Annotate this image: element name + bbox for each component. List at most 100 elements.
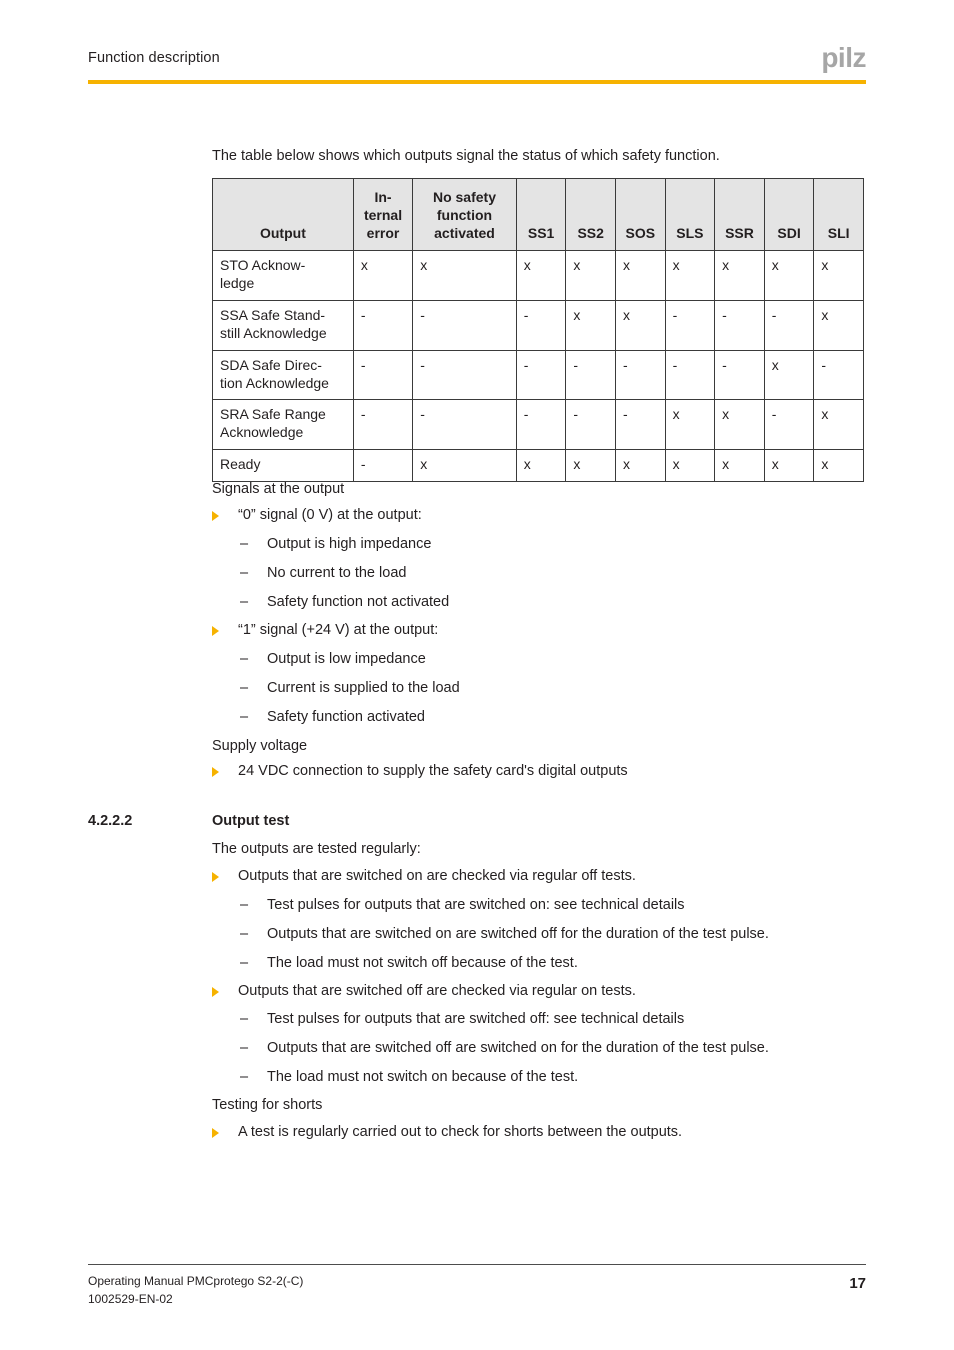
triangle-bullet-icon <box>212 626 219 636</box>
cell-value: x <box>813 299 864 351</box>
table-row: SDA Safe Direc- tion Acknowledge - - - -… <box>212 349 864 401</box>
list-item: – No current to the load <box>240 565 406 581</box>
row-label-ready: Ready <box>212 449 354 483</box>
cell-value: - <box>664 299 716 351</box>
column-header-ss1: SS1 <box>515 178 567 251</box>
cell-value: - <box>352 299 414 351</box>
testing-shorts-lead-text: Testing for shorts <box>212 1097 323 1113</box>
footer-rule-divider <box>88 1264 866 1265</box>
cell-value: - <box>565 349 616 401</box>
list-item-label: Output is high impedance <box>267 536 432 552</box>
list-item-label: “0” signal (0 V) at the output: <box>238 507 422 523</box>
row-label-line-2: tion Acknowledge <box>220 374 329 391</box>
column-header-sdi-label: SDI <box>777 225 801 242</box>
row-label-line-1: SSA Safe Stand- <box>220 306 326 323</box>
cell-value: x <box>813 449 864 483</box>
triangle-bullet-icon <box>212 872 219 882</box>
table-row: SRA Safe Range Acknowledge - - - - - x x… <box>212 399 864 451</box>
section-title: Output test <box>212 813 290 829</box>
cell-value: x <box>763 349 815 401</box>
row-label-line-2: ledge <box>220 274 255 291</box>
list-item-label: The load must not switch off because of … <box>267 955 578 971</box>
column-header-ss1-label: SS1 <box>527 225 555 242</box>
footer-manual-title: Operating Manual PMCprotego S2-2(-C) <box>88 1274 304 1288</box>
cell-value: - <box>714 299 765 351</box>
dash-bullet-icon: – <box>240 897 249 913</box>
column-header-sos: SOS <box>614 178 666 251</box>
dash-bullet-icon: – <box>240 565 249 581</box>
cell-value: x <box>565 299 616 351</box>
cell-value: - <box>614 349 666 401</box>
row-label-sto-acknowledge: STO Acknow- ledge <box>212 250 354 301</box>
cell-value: - <box>714 349 765 401</box>
intro-paragraph: The table below shows which outputs sign… <box>212 148 720 164</box>
column-header-internal-error: In- ternal error <box>352 178 414 251</box>
list-item-label: 24 VDC connection to supply the safety c… <box>238 763 628 779</box>
row-label-line-1: STO Acknow- <box>220 257 306 273</box>
triangle-bullet-icon <box>212 987 219 997</box>
cell-value: - <box>763 299 815 351</box>
column-header-no-safety-line-1: No safety <box>432 189 496 206</box>
cell-value: - <box>412 349 517 401</box>
cell-value: - <box>813 349 864 401</box>
column-header-ss2: SS2 <box>565 178 616 251</box>
section-number: 4.2.2.2 <box>88 813 133 829</box>
cell-value: x <box>813 399 864 451</box>
table-row: SSA Safe Stand- still Acknowledge - - - … <box>212 299 864 351</box>
column-header-ss2-label: SS2 <box>577 225 604 242</box>
column-header-no-safety-line-2: function <box>436 207 493 224</box>
cell-value: x <box>565 449 616 483</box>
table-row: Ready - x x x x x x x x <box>212 449 864 483</box>
cell-value: x <box>714 399 765 451</box>
column-header-internal-error-line-3: error <box>366 225 400 242</box>
list-item: – Test pulses for outputs that are switc… <box>240 897 685 913</box>
list-item-label: Outputs that are switched on are checked… <box>238 868 636 884</box>
column-header-output-line-1: Output <box>259 225 306 242</box>
cell-value: x <box>412 449 517 483</box>
row-label-line-1: SDA Safe Direc- <box>220 356 322 373</box>
dash-bullet-icon: – <box>240 594 249 610</box>
list-item-label: No current to the load <box>267 565 407 581</box>
list-item-label: The load must not switch on because of t… <box>267 1069 579 1085</box>
list-item: – Output is low impedance <box>240 651 426 667</box>
cell-value: x <box>714 250 765 301</box>
row-label-line-2: Acknowledge <box>220 424 304 441</box>
supply-voltage-lead-text: Supply voltage <box>212 738 308 754</box>
dash-bullet-icon: – <box>240 536 249 552</box>
list-item: “0” signal (0 V) at the output: <box>212 507 422 523</box>
cell-value: - <box>664 349 716 401</box>
column-header-internal-error-line-1: In- <box>374 189 392 206</box>
cell-value: x <box>412 250 517 301</box>
column-header-sli-label: SLI <box>827 225 850 242</box>
list-item: – Safety function not activated <box>240 594 449 610</box>
triangle-bullet-icon <box>212 1128 219 1138</box>
dash-bullet-icon: – <box>240 1011 249 1027</box>
cell-value: x <box>813 250 864 301</box>
list-item: “1” signal (+24 V) at the output: <box>212 622 438 638</box>
row-label-sra-safe-range-acknowledge: SRA Safe Range Acknowledge <box>212 399 354 451</box>
list-item: – Safety function activated <box>240 709 425 725</box>
row-label-line-1: Ready <box>220 456 261 473</box>
column-header-no-safety-line-3: activated <box>434 225 495 242</box>
cell-value: - <box>412 399 517 451</box>
list-item-label: Outputs that are switched on are switche… <box>267 926 769 942</box>
column-header-ssr: SSR <box>714 178 765 251</box>
signals-lead-text: Signals at the output <box>212 481 345 497</box>
table-body: STO Acknow- ledge x x x x x x x x x SSA … <box>212 250 864 483</box>
list-item: – Current is supplied to the load <box>240 680 460 696</box>
cell-value: x <box>515 250 567 301</box>
list-item: Outputs that are switched off are checke… <box>212 983 636 999</box>
output-test-lead-text: The outputs are tested regularly: <box>212 841 421 857</box>
list-item-label: Safety function activated <box>267 709 425 725</box>
dash-bullet-icon: – <box>240 651 249 667</box>
dash-bullet-icon: – <box>240 680 249 696</box>
list-item-label: Test pulses for outputs that are switche… <box>267 1011 685 1027</box>
page-number: 17 <box>849 1275 866 1292</box>
list-item-label: Outputs that are switched off are switch… <box>267 1040 769 1056</box>
table-header: Output In- ternal error No safety functi… <box>212 178 864 251</box>
list-item: – Outputs that are switched off are swit… <box>240 1040 769 1056</box>
column-header-sls-label: SLS <box>676 225 704 242</box>
cell-value: x <box>565 250 616 301</box>
list-item-label: Test pulses for outputs that are switche… <box>267 897 685 913</box>
list-item: – Test pulses for outputs that are switc… <box>240 1011 684 1027</box>
